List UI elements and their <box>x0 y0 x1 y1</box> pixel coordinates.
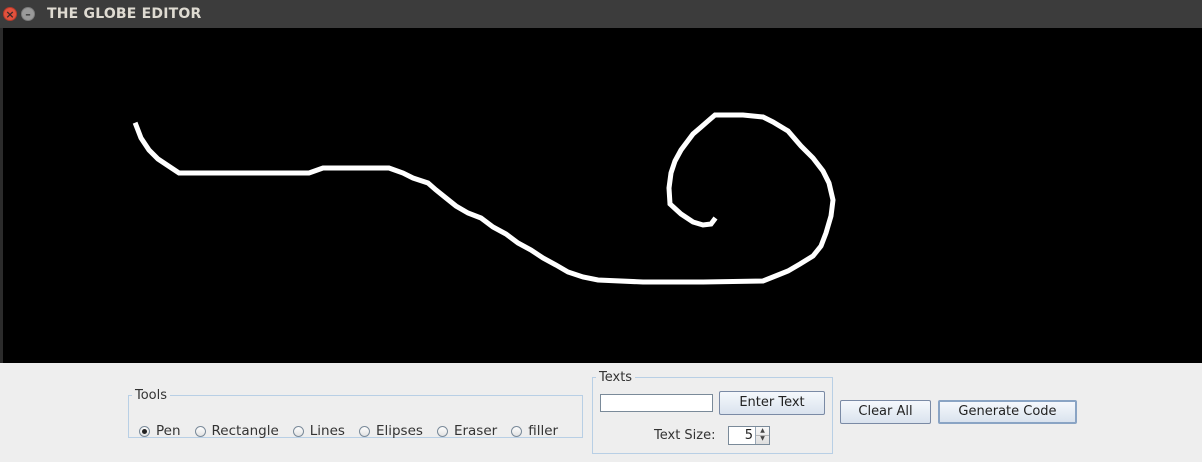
tool-radio-elipses[interactable]: Elipses <box>358 423 423 439</box>
close-icon: × <box>5 8 15 21</box>
enter-text-button[interactable]: Enter Text <box>719 391 825 415</box>
radio-icon <box>292 425 304 437</box>
radio-icon <box>194 425 206 437</box>
tool-radio-eraser[interactable]: Eraser <box>436 423 498 439</box>
window-title: THE GLOBE EDITOR <box>47 6 202 22</box>
texts-legend: Texts <box>599 370 633 385</box>
text-size-spinner[interactable]: 5 ▲ ▼ <box>728 426 770 445</box>
tool-radio-row: Pen Rectangle Lines Elipses Eraser fille… <box>139 423 558 439</box>
text-size-label: Text Size: <box>654 428 716 443</box>
pen-stroke <box>132 112 836 285</box>
tool-label-eraser: Eraser <box>453 423 498 439</box>
tool-label-filler: filler <box>528 423 559 439</box>
tool-radio-rectangle[interactable]: Rectangle <box>194 423 279 439</box>
text-input[interactable] <box>600 394 713 412</box>
title-bar: × – THE GLOBE EDITOR <box>0 0 1202 29</box>
spinner-down-icon[interactable]: ▼ <box>756 435 769 443</box>
text-size-value: 5 <box>744 428 753 443</box>
close-window-button[interactable]: × <box>3 7 17 21</box>
tools-legend: Tools <box>135 388 168 403</box>
tool-radio-filler[interactable]: filler <box>511 423 558 439</box>
tool-label-elipses: Elipses <box>375 423 423 439</box>
tools-group: Tools Pen Rectangle Lines Elipses Eraser <box>128 388 583 439</box>
radio-icon <box>511 425 523 437</box>
radio-icon <box>436 425 448 437</box>
tool-radio-lines[interactable]: Lines <box>292 423 345 439</box>
generate-code-button[interactable]: Generate Code <box>938 400 1077 424</box>
spinner-arrows: ▲ ▼ <box>755 427 769 444</box>
drawing-strokes <box>132 112 836 285</box>
clear-all-button[interactable]: Clear All <box>840 400 931 424</box>
tool-label-rectangle: Rectangle <box>211 423 279 439</box>
minimize-window-button[interactable]: – <box>21 7 35 21</box>
tool-label-pen: Pen <box>156 423 181 439</box>
minimize-icon: – <box>25 8 31 21</box>
tool-radio-pen[interactable]: Pen <box>139 423 181 439</box>
radio-checked-icon <box>139 425 150 437</box>
drawing-canvas[interactable] <box>3 28 1202 363</box>
radio-icon <box>358 425 370 437</box>
tool-label-lines: Lines <box>309 423 345 439</box>
